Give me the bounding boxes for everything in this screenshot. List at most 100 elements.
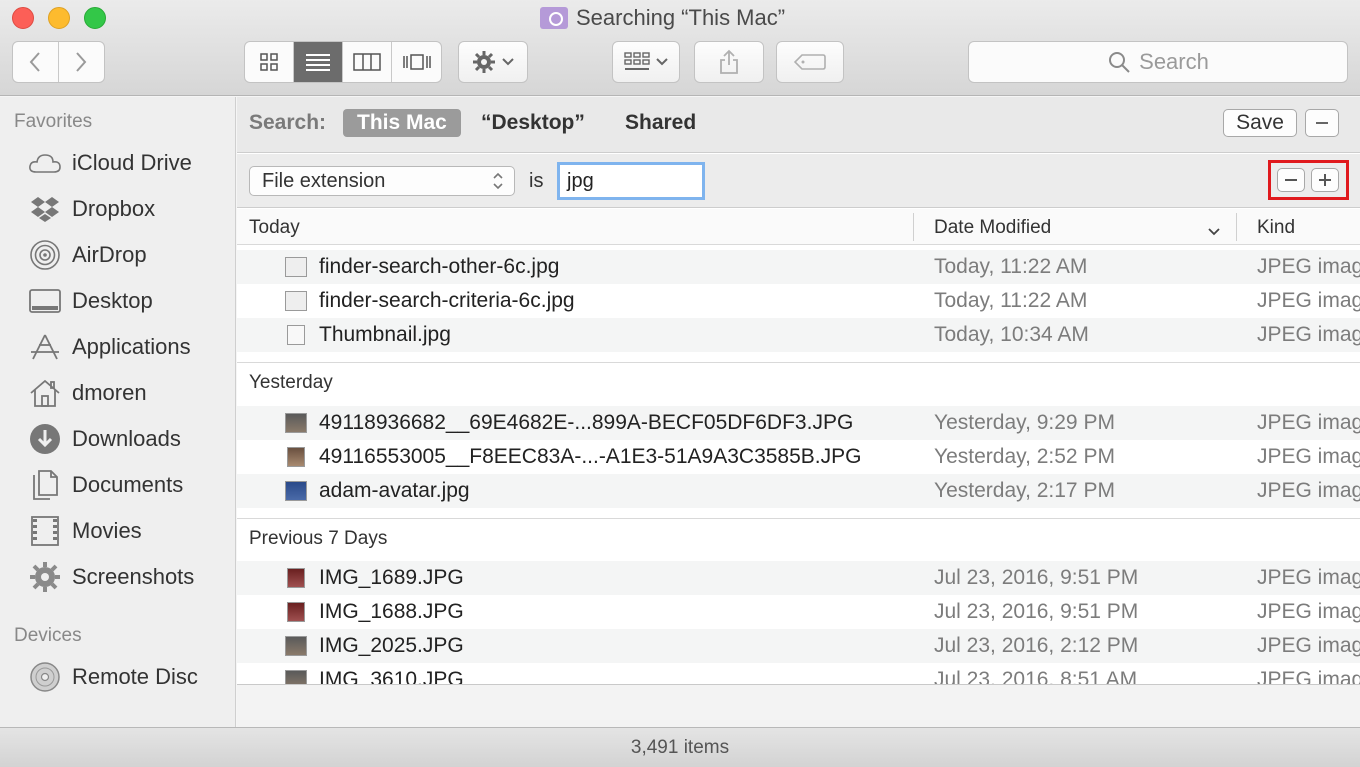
sidebar: Favorites iCloud Drive Dropbox AirDrop D… <box>0 97 236 727</box>
column-header-name[interactable]: Today <box>249 217 300 239</box>
search-field[interactable]: Search <box>968 41 1348 83</box>
sidebar-item-airdrop[interactable]: AirDrop <box>28 235 147 275</box>
close-window-button[interactable] <box>12 7 34 29</box>
arrange-button[interactable] <box>612 41 680 83</box>
remove-search-button[interactable] <box>1305 109 1339 137</box>
column-header-kind[interactable]: Kind <box>1257 217 1295 239</box>
finder-window: Searching “This Mac” Search Favorites iC… <box>0 0 1360 767</box>
file-name: 49116553005__F8EEC83A-...-A1E3-51A9A3C35… <box>319 445 862 468</box>
maximize-window-button[interactable] <box>84 7 106 29</box>
search-scope-bar: Search: This Mac “Desktop” Shared Save <box>237 97 1360 153</box>
image-file-icon <box>285 636 307 656</box>
sidebar-item-applications[interactable]: Applications <box>28 327 191 367</box>
file-date: Jul 23, 2016, 9:51 PM <box>934 600 1139 623</box>
criteria-value-input[interactable]: jpg <box>557 162 705 200</box>
sidebar-item-remote-disc[interactable]: Remote Disc <box>28 657 198 697</box>
table-row[interactable]: IMG_1688.JPG Jul 23, 2016, 9:51 PM JPEG … <box>237 595 1360 629</box>
file-date: Today, 10:34 AM <box>934 323 1089 346</box>
action-menu-button[interactable] <box>458 41 528 83</box>
table-row[interactable]: finder-search-criteria-6c.jpg Today, 11:… <box>237 284 1360 318</box>
sidebar-item-label: Desktop <box>72 288 153 313</box>
sidebar-item-label: Remote Disc <box>72 664 198 689</box>
column-divider[interactable] <box>913 213 914 241</box>
sort-chevron-icon[interactable] <box>1207 221 1221 243</box>
icon-view-button[interactable] <box>245 42 294 82</box>
cover-flow-button[interactable] <box>392 42 441 82</box>
file-name: IMG_2025.JPG <box>319 634 464 657</box>
sidebar-item-label: Documents <box>72 472 184 497</box>
cloud-icon <box>28 147 62 179</box>
sidebar-item-screenshots[interactable]: Screenshots <box>28 557 194 597</box>
arrange-grid-icon <box>624 52 650 70</box>
column-header-row: Today Date Modified Kind <box>237 209 1360 245</box>
file-kind: JPEG imag <box>1257 479 1360 502</box>
file-name: IMG_1688.JPG <box>319 600 464 623</box>
file-kind: JPEG imag <box>1257 634 1360 657</box>
file-date: Jul 23, 2016, 2:12 PM <box>934 634 1139 657</box>
status-bar: 3,491 items <box>0 727 1360 767</box>
table-row[interactable]: 49118936682__69E4682E-...899A-BECF05DF6D… <box>237 406 1360 440</box>
sidebar-item-label: Movies <box>72 518 142 543</box>
column-divider[interactable] <box>1236 213 1237 241</box>
file-kind: JPEG imag <box>1257 566 1360 589</box>
minimize-window-button[interactable] <box>48 7 70 29</box>
home-icon <box>28 377 62 409</box>
sidebar-item-label: AirDrop <box>72 242 147 267</box>
desktop-icon <box>28 285 62 317</box>
chevron-down-icon <box>502 58 514 66</box>
table-row[interactable]: IMG_2025.JPG Jul 23, 2016, 2:12 PM JPEG … <box>237 629 1360 663</box>
minus-icon <box>1316 122 1328 124</box>
save-search-button[interactable]: Save <box>1223 109 1297 137</box>
table-row[interactable]: IMG_3610.JPG Jul 23, 2016, 8:51 AM JPEG … <box>237 663 1360 684</box>
file-name: adam-avatar.jpg <box>319 479 470 502</box>
sidebar-item-dropbox[interactable]: Dropbox <box>28 189 155 229</box>
tag-icon <box>794 54 826 70</box>
criteria-attribute-select[interactable]: File extension <box>249 166 515 196</box>
table-row[interactable]: IMG_1689.JPG Jul 23, 2016, 9:51 PM JPEG … <box>237 561 1360 595</box>
add-criteria-button[interactable] <box>1311 168 1339 192</box>
search-placeholder: Search <box>1139 49 1209 74</box>
sidebar-item-icloud-drive[interactable]: iCloud Drive <box>28 143 192 183</box>
image-file-icon <box>285 291 307 311</box>
image-file-icon <box>285 413 307 433</box>
file-kind: JPEG imag <box>1257 600 1360 623</box>
sidebar-item-label: Applications <box>72 334 191 359</box>
remove-criteria-button[interactable] <box>1277 168 1305 192</box>
sidebar-item-downloads[interactable]: Downloads <box>28 419 181 459</box>
sidebar-item-documents[interactable]: Documents <box>28 465 183 505</box>
file-name: IMG_1689.JPG <box>319 566 464 589</box>
sidebar-item-home[interactable]: dmoren <box>28 373 147 413</box>
scope-desktop-button[interactable]: “Desktop” <box>481 111 585 135</box>
file-name: finder-search-other-6c.jpg <box>319 255 560 278</box>
scope-shared-button[interactable]: Shared <box>625 111 696 135</box>
item-count: 3,491 items <box>630 736 730 758</box>
film-icon <box>28 515 62 547</box>
minus-icon <box>1285 179 1297 181</box>
file-date: Yesterday, 2:17 PM <box>934 479 1115 502</box>
back-button[interactable] <box>13 42 59 82</box>
scope-this-mac-button[interactable]: This Mac <box>343 109 461 137</box>
chevron-left-icon <box>29 52 40 72</box>
table-row[interactable]: 49116553005__F8EEC83A-...-A1E3-51A9A3C35… <box>237 440 1360 474</box>
applications-icon <box>28 331 62 363</box>
file-date: Jul 23, 2016, 9:51 PM <box>934 566 1139 589</box>
file-date: Yesterday, 2:52 PM <box>934 445 1115 468</box>
column-header-date-modified[interactable]: Date Modified <box>934 217 1051 239</box>
file-kind: JPEG imag <box>1257 289 1360 312</box>
window-title: Searching “This Mac” <box>540 4 785 32</box>
sidebar-item-movies[interactable]: Movies <box>28 511 142 551</box>
table-row[interactable]: adam-avatar.jpg Yesterday, 2:17 PM JPEG … <box>237 474 1360 508</box>
table-row[interactable]: finder-search-other-6c.jpg Today, 11:22 … <box>237 250 1360 284</box>
file-name: finder-search-criteria-6c.jpg <box>319 289 575 312</box>
column-view-button[interactable] <box>343 42 392 82</box>
back-forward-control <box>12 41 105 83</box>
devices-header: Devices <box>14 625 82 646</box>
sidebar-item-desktop[interactable]: Desktop <box>28 281 153 321</box>
share-button[interactable] <box>694 41 764 83</box>
sidebar-item-label: dmoren <box>72 380 147 405</box>
forward-button[interactable] <box>59 42 105 82</box>
list-view-button[interactable] <box>294 42 343 82</box>
sidebar-item-label: Screenshots <box>72 564 195 589</box>
table-row[interactable]: Thumbnail.jpg Today, 10:34 AM JPEG imag <box>237 318 1360 352</box>
tags-button[interactable] <box>776 41 844 83</box>
